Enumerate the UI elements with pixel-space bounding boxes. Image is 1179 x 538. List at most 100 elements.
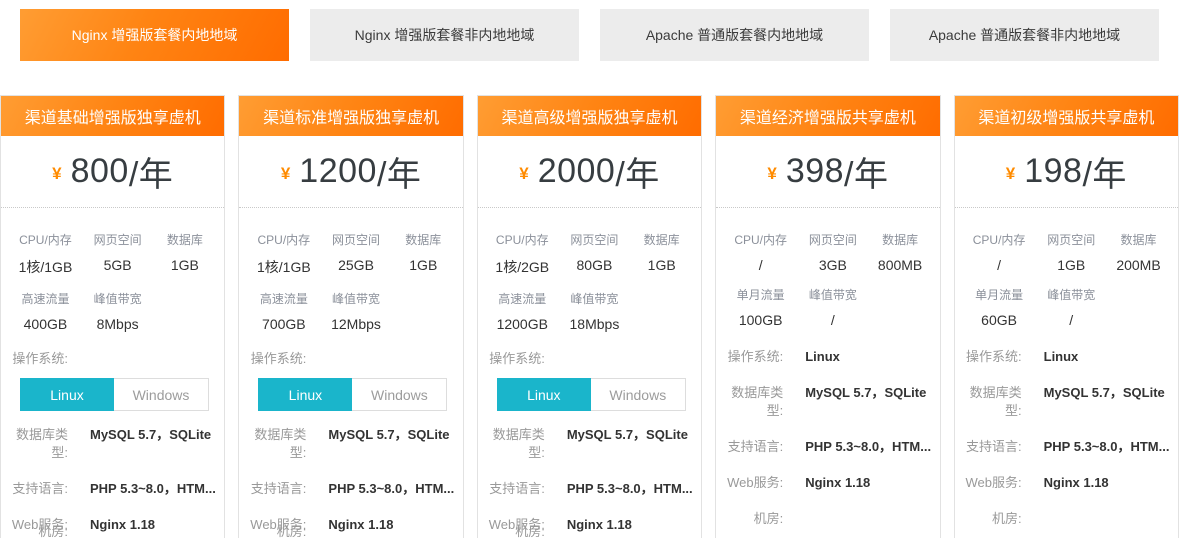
cpu-label: CPU/内存 [249,218,318,248]
language-row: 支持语言: PHP 5.3~8.0，HTM... [481,480,695,498]
detail-section: 操作系统: 操作系统: Linux 数据库类型: MySQL 5.7，SQLit… [716,328,939,528]
card-title: 渠道初级增强版共享虚机 [955,96,1178,136]
webspace-value: 5GB [80,248,155,277]
traffic-label: 单月流量 [965,273,1034,303]
db-type-row: 数据库类型: MySQL 5.7，SQLite [719,384,933,420]
database-value: 1GB [632,248,691,277]
web-server-value: Nginx 1.18 [805,474,870,492]
pricing-card: 渠道高级增强版独享虚机 ¥ 2000 /年 CPU/内存 网页空间 数据库 1核… [477,95,702,538]
os-option-linux[interactable]: Linux [497,378,591,411]
traffic-label: 高速流量 [249,277,318,307]
traffic-label: 高速流量 [488,277,557,307]
web-server-value: Nginx 1.18 [567,516,632,534]
webspace-label: 网页空间 [795,218,870,248]
spec-row-1: CPU/内存 网页空间 数据库 / 1GB 200MB [965,218,1168,273]
os-option-windows[interactable]: Windows [591,378,686,411]
language-value: PHP 5.3~8.0，HTM... [805,438,931,456]
tab-nginx-enhanced-non-mainland[interactable]: Nginx 增强版套餐非内地地域 [310,9,579,61]
price-row: ¥ 398 /年 [716,136,939,208]
traffic-value: 1200GB [488,307,557,332]
bandwidth-label: 峰值带宽 [795,273,870,303]
bandwidth-value: 18Mbps [557,307,632,332]
db-type-value: MySQL 5.7，SQLite [328,426,449,462]
language-label: 支持语言: [958,438,1022,456]
bandwidth-label: 峰值带宽 [318,277,393,307]
spec-section: CPU/内存 网页空间 数据库 / 3GB 800MB 单月流量 峰值带宽 10… [716,208,939,328]
language-value: PHP 5.3~8.0，HTM... [1044,438,1170,456]
tab-apache-basic-mainland[interactable]: Apache 普通版套餐内地地域 [600,9,869,61]
traffic-value: 700GB [249,307,318,332]
card-title: 渠道经济增强版共享虚机 [716,96,939,136]
detail-section: 操作系统: Linux Windows 操作系统: Linux 数据库类型: M… [239,332,462,538]
traffic-label: 单月流量 [726,273,795,303]
webspace-value: 25GB [318,248,393,277]
currency-symbol: ¥ [281,164,290,184]
pricing-card: 渠道标准增强版独享虚机 ¥ 1200 /年 CPU/内存 网页空间 数据库 1核… [238,95,463,538]
os-option-windows[interactable]: Windows [352,378,447,411]
card-title: 渠道标准增强版独享虚机 [239,96,462,136]
database-value: 800MB [871,248,930,273]
os-option-linux[interactable]: Linux [20,378,114,411]
traffic-value: 60GB [965,303,1034,328]
db-type-label: 数据库类型: [958,384,1022,420]
tab-nginx-enhanced-mainland[interactable]: Nginx 增强版套餐内地地域 [20,9,289,61]
bandwidth-value: 12Mbps [318,307,393,332]
spec-row-1: CPU/内存 网页空间 数据库 1核/2GB 80GB 1GB [488,218,691,277]
cpu-value: / [965,248,1034,273]
cpu-label: CPU/内存 [488,218,557,248]
price-amount: 800 [71,152,129,191]
spec-section: CPU/内存 网页空间 数据库 1核/2GB 80GB 1GB 高速流量 峰值带… [478,208,701,332]
spec-section: CPU/内存 网页空间 数据库 / 1GB 200MB 单月流量 峰值带宽 60… [955,208,1178,328]
datacenter-label: 机房: [719,510,783,528]
database-label: 数据库 [394,218,453,248]
database-value: 200MB [1109,248,1168,273]
language-label: 支持语言: [719,438,783,456]
cards-row: 渠道基础增强版独享虚机 ¥ 800 /年 CPU/内存 网页空间 数据库 1核/… [0,95,1179,538]
tab-apache-basic-non-mainland[interactable]: Apache 普通版套餐非内地地域 [890,9,1159,61]
db-type-value: MySQL 5.7，SQLite [90,426,211,462]
spec-row-2: 高速流量 峰值带宽 1200GB 18Mbps [488,277,691,332]
bandwidth-value: / [795,303,870,328]
db-type-label: 数据库类型: [481,426,545,462]
web-server-label: Web服务: [719,474,783,492]
currency-symbol: ¥ [52,164,61,184]
os-label: 操作系统: [242,350,306,368]
db-type-label: 数据库类型: [242,426,306,462]
price-amount: 198 [1024,152,1082,191]
price-amount: 1200 [299,152,377,191]
pricing-card: 渠道基础增强版独享虚机 ¥ 800 /年 CPU/内存 网页空间 数据库 1核/… [0,95,225,538]
db-type-row: 数据库类型: MySQL 5.7，SQLite [481,426,695,462]
cpu-label: CPU/内存 [726,218,795,248]
webspace-label: 网页空间 [557,218,632,248]
os-option-linux[interactable]: Linux [258,378,352,411]
os-toggle: Linux Windows [20,378,209,411]
language-row: 支持语言: PHP 5.3~8.0，HTM... [958,438,1172,456]
datacenter-label: 机房: [4,523,68,538]
os-option-windows[interactable]: Windows [114,378,209,411]
language-label: 支持语言: [4,480,68,498]
language-value: PHP 5.3~8.0，HTM... [328,480,454,498]
currency-symbol: ¥ [1006,164,1015,184]
price-period: /年 [129,147,173,196]
webspace-label: 网页空间 [318,218,393,248]
traffic-label: 高速流量 [11,277,80,307]
price-period: /年 [1082,147,1126,196]
os-label: 操作系统: [481,350,545,368]
bandwidth-label: 峰值带宽 [80,277,155,307]
webspace-value: 3GB [795,248,870,273]
card-title: 渠道高级增强版独享虚机 [478,96,701,136]
database-label: 数据库 [155,218,214,248]
db-type-value: MySQL 5.7，SQLite [1044,384,1165,420]
bandwidth-value: 8Mbps [80,307,155,332]
os-label: 操作系统: [719,348,783,366]
language-row: 支持语言: PHP 5.3~8.0，HTM... [4,480,218,498]
price-row: ¥ 198 /年 [955,136,1178,208]
webspace-value: 1GB [1034,248,1109,273]
spec-row-1: CPU/内存 网页空间 数据库 1核/1GB 25GB 1GB [249,218,452,277]
web-server-label: Web服务: [958,474,1022,492]
price-period: /年 [844,147,888,196]
os-row-toggle: 操作系统: [4,350,218,368]
price-amount: 398 [786,152,844,191]
db-type-row: 数据库类型: MySQL 5.7，SQLite [4,426,218,462]
os-row-text: 操作系统: Linux [719,348,933,366]
